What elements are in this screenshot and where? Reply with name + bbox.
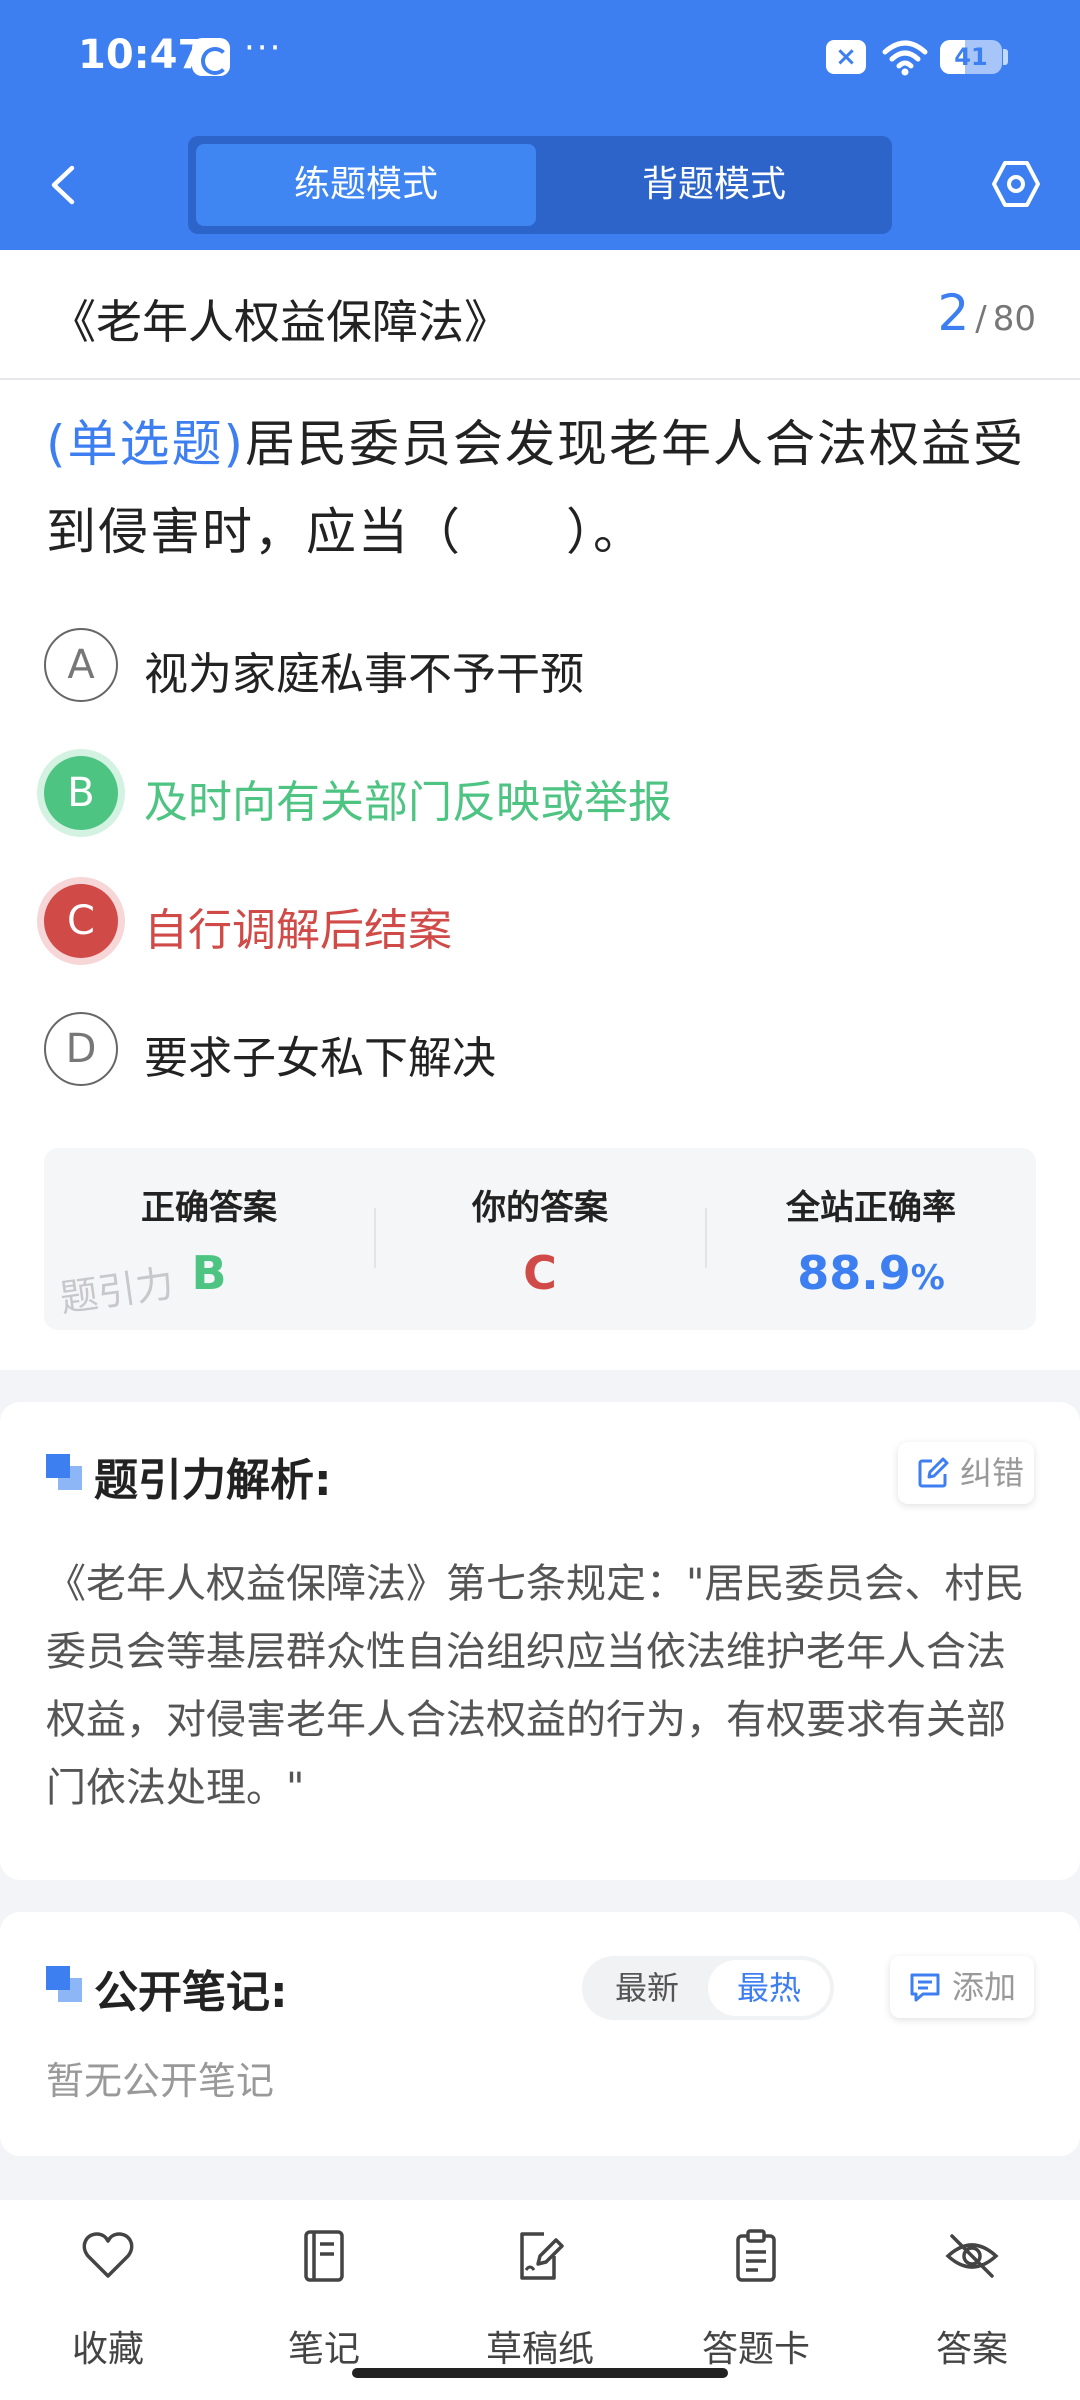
show-answer-label: 答案 [935,2329,1008,2370]
report-error-button[interactable]: 纠错 [898,1442,1034,1504]
analysis-text: 《老年人权益保障法》第七条规定："居民委员会、村民委员会等基层群众性自治组织应当… [46,1561,1025,1811]
favorite-label: 收藏 [71,2329,144,2370]
answer-summary: 正确答案 B 你的答案 C 全站正确率 88.9% 题引力 [44,1148,1036,1330]
battery-level: 41 [954,43,988,71]
tab-practice-mode[interactable]: 练题模式 [196,144,536,226]
accuracy-value: 88.9% [706,1246,1036,1300]
section-icon [46,1966,82,2002]
option-text: 视为家庭私事不予干预 [144,649,584,700]
book-title: 《老年人权益保障法》 [50,295,510,349]
your-answer-value: C [523,1246,557,1300]
battery-tip [1003,49,1008,65]
option-b[interactable]: B 及时向有关部门反映或举报 [44,756,1034,836]
option-a[interactable]: A 视为家庭私事不予干预 [44,628,1034,708]
sort-hottest[interactable]: 最热 [708,1960,830,2016]
option-letter: A [44,628,118,702]
your-answer-label: 你的答案 [472,1188,608,1228]
public-notes-card: 公开笔记: 最新 最热 添加 暂无公开笔记 [0,1912,1080,2156]
section-icon [46,1454,82,1490]
option-text: 自行调解后结案 [144,905,452,956]
option-letter: C [44,884,118,958]
accuracy-number: 88.9 [797,1246,911,1300]
report-error-label: 纠错 [960,1454,1025,1492]
clipboard-icon [736,2229,776,2282]
eye-off-icon [945,2234,999,2278]
show-answer-button[interactable]: 答案 [882,2228,1062,2378]
more-notifications-icon: ··· [244,28,283,68]
question-type: (单选题) [46,415,246,473]
your-answer-block: 你的答案 C [375,1148,705,1330]
heart-icon [82,2232,134,2278]
draft-icon [520,2232,564,2280]
settings-icon[interactable] [990,158,1042,210]
question-text: (单选题)居民委员会发现老年人合法权益受到侵害时，应当（ ）。 [46,400,1036,576]
analysis-title: 题引力解析: [94,1455,332,1506]
app-notification-icon [192,38,230,76]
comment-icon [910,1973,940,2002]
analysis-card: 题引力解析: 纠错 《老年人权益保障法》第七条规定："居民委员会、村民委员会等基… [0,1402,1080,1880]
question-card: 《老年人权益保障法》 2/80 (单选题)居民委员会发现老年人合法权益受到侵害时… [0,250,1080,1370]
question-progress: 2/80 [937,284,1036,342]
draft-label: 草稿纸 [485,2329,594,2370]
home-indicator[interactable] [352,2368,728,2378]
option-text: 及时向有关部门反映或举报 [144,777,672,828]
add-note-button[interactable]: 添加 [890,1956,1034,2018]
correct-answer-label: 正确答案 [141,1188,277,1228]
add-note-label: 添加 [952,1968,1017,2006]
draft-button[interactable]: 草稿纸 [450,2228,630,2378]
answer-card-label: 答题卡 [701,2329,810,2370]
sort-latest[interactable]: 最新 [586,1960,708,2016]
option-d[interactable]: D 要求子女私下解决 [44,1012,1034,1092]
back-icon[interactable] [40,160,90,210]
answer-card-button[interactable]: 答题卡 [666,2228,846,2378]
mode-switch: 练题模式 背题模式 [188,136,892,234]
notebook-icon [304,2230,344,2282]
notes-empty-text: 暂无公开笔记 [46,2059,275,2103]
question-titlebar: 《老年人权益保障法》 2/80 [0,250,1080,380]
close-box-icon: × [826,40,866,74]
accuracy-block: 全站正确率 88.9% [706,1148,1036,1330]
status-time: 10:47 [78,32,206,78]
option-letter: D [44,1012,118,1086]
accuracy-unit: % [910,1258,945,1298]
option-letter: B [44,756,118,830]
tab-memorize-mode[interactable]: 背题模式 [544,144,884,226]
wifi-icon [882,40,928,76]
option-c[interactable]: C 自行调解后结案 [44,884,1034,964]
progress-total: 80 [992,299,1036,339]
favorite-button[interactable]: 收藏 [18,2228,198,2378]
edit-icon [918,1457,949,1488]
app-header: 10:47 ··· × 41 练题模式 背题模式 [0,0,1080,250]
battery-icon: 41 [940,40,1002,74]
accuracy-label: 全站正确率 [786,1188,956,1228]
notes-button[interactable]: 笔记 [234,2228,414,2378]
status-bar: 10:47 ··· × 41 [0,0,1080,120]
notes-sort-toggle: 最新 最热 [582,1956,834,2020]
notes-title: 公开笔记: [94,1967,288,2018]
progress-current: 2 [937,284,970,342]
notes-label: 笔记 [287,2329,360,2370]
option-text: 要求子女私下解决 [144,1033,496,1084]
progress-separator: / [975,299,987,339]
